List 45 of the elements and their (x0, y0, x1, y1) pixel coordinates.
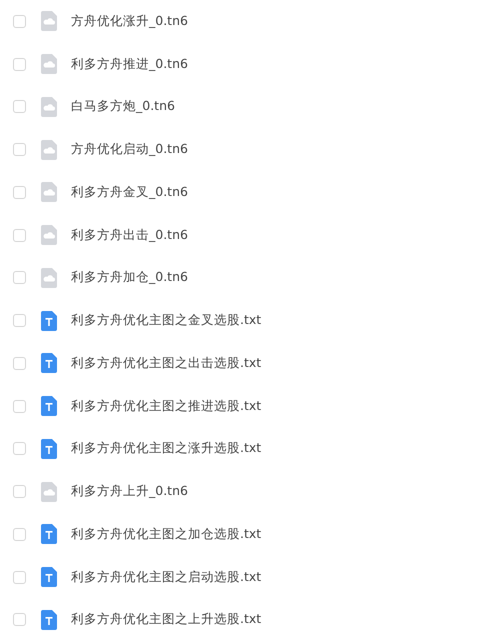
file-name[interactable]: 利多方舟推进_0.tn6 (71, 56, 188, 73)
file-name[interactable]: 利多方舟上升_0.tn6 (71, 483, 188, 500)
file-name[interactable]: 利多方舟金叉_0.tn6 (71, 184, 188, 201)
file-name[interactable]: 利多方舟优化主图之出击选股.txt (71, 354, 262, 372)
file-name[interactable]: 利多方舟出击_0.tn6 (71, 226, 188, 244)
checkbox[interactable] (13, 613, 26, 626)
cloud-file-icon (41, 182, 57, 202)
text-file-icon (41, 567, 57, 588)
text-file-icon (41, 353, 57, 374)
cloud-file-icon (41, 140, 57, 160)
file-name[interactable]: 利多方舟优化主图之推进选股.txt (71, 398, 262, 415)
text-file-icon (41, 396, 57, 416)
file-name[interactable]: 利多方舟优化主图之上升选股.txt (71, 611, 262, 628)
cloud-file-icon (41, 54, 57, 74)
cloud-file-icon (41, 11, 57, 32)
text-file-icon (41, 438, 57, 459)
file-name[interactable]: 白马多方炮_0.tn6 (71, 98, 175, 116)
text-file-icon (41, 310, 57, 331)
cloud-file-icon (41, 96, 57, 117)
file-name[interactable]: 利多方舟优化主图之金叉选股.txt (71, 312, 262, 330)
file-name[interactable]: 利多方舟优化主图之启动选股.txt (71, 568, 262, 586)
file-name[interactable]: 利多方舟优化主图之加仓选股.txt (71, 526, 262, 543)
checkbox[interactable] (13, 356, 26, 370)
text-file-icon (41, 524, 57, 544)
file-name[interactable]: 利多方舟优化主图之涨升选股.txt (71, 440, 262, 458)
cloud-file-icon (41, 225, 57, 246)
checkbox[interactable] (13, 442, 26, 456)
checkbox[interactable] (13, 186, 26, 199)
checkbox[interactable] (13, 100, 26, 114)
checkbox[interactable] (13, 485, 26, 498)
checkbox[interactable] (13, 228, 26, 242)
file-name[interactable]: 方舟优化启动_0.tn6 (71, 141, 188, 158)
checkbox[interactable] (13, 400, 26, 413)
checkbox[interactable] (13, 314, 26, 328)
checkbox[interactable] (13, 58, 26, 71)
cloud-file-icon (41, 268, 57, 288)
checkbox[interactable] (13, 14, 26, 28)
text-file-icon (41, 610, 57, 630)
cloud-file-icon (41, 482, 57, 502)
checkbox[interactable] (13, 528, 26, 541)
checkbox[interactable] (13, 570, 26, 584)
checkbox[interactable] (13, 271, 26, 284)
checkbox[interactable] (13, 143, 26, 156)
file-name[interactable]: 利多方舟加仓_0.tn6 (71, 269, 188, 286)
file-name[interactable]: 方舟优化涨升_0.tn6 (71, 12, 188, 30)
